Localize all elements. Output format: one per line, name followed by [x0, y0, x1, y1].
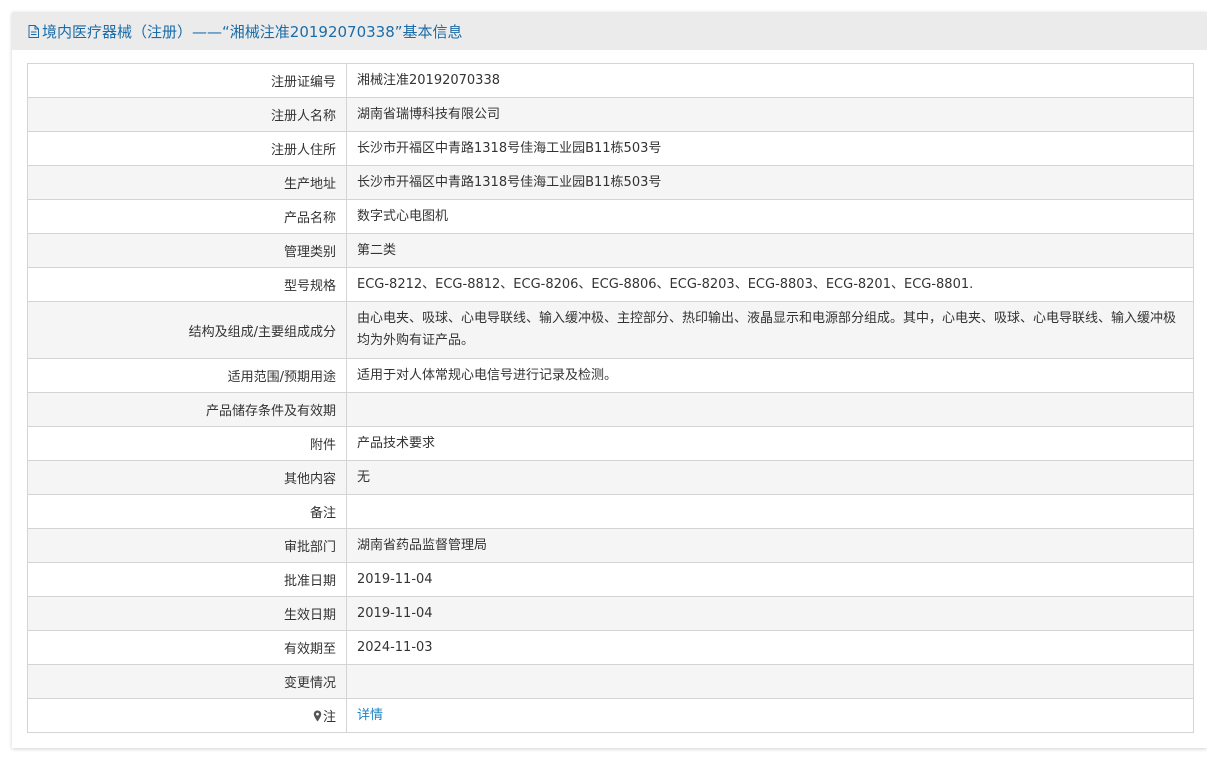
table-row: 其他内容 无 [27, 460, 1194, 495]
info-panel: 境内医疗器械（注册）——“湘械注准20192070338”基本信息 注册证编号 … [12, 12, 1207, 748]
table-row: 产品名称 数字式心电图机 [27, 199, 1194, 234]
row-value: 湖南省瑞博科技有限公司 [346, 97, 1194, 132]
row-value: 数字式心电图机 [346, 199, 1194, 234]
detail-link[interactable]: 详情 [357, 708, 383, 723]
table-row: 适用范围/预期用途 适用于对人体常规心电信号进行记录及检测。 [27, 358, 1194, 393]
row-value: 无 [346, 460, 1194, 495]
row-label: 附件 [27, 426, 347, 461]
table-row: 附件 产品技术要求 [27, 426, 1194, 461]
row-label: 变更情况 [27, 664, 347, 699]
page-title: 境内医疗器械（注册）——“湘械注准20192070338”基本信息 [42, 22, 463, 41]
table-row-note: 注 详情 [27, 698, 1194, 733]
table-row: 变更情况 [27, 664, 1194, 699]
row-value: ECG-8212、ECG-8812、ECG-8206、ECG-8806、ECG-… [346, 267, 1194, 302]
row-label: 注册人名称 [27, 97, 347, 132]
row-label: 产品名称 [27, 199, 347, 234]
table-row: 产品储存条件及有效期 [27, 392, 1194, 427]
table-row: 生效日期 2019-11-04 [27, 596, 1194, 631]
row-label: 注册证编号 [27, 63, 347, 98]
row-label: 产品储存条件及有效期 [27, 392, 347, 427]
row-value: 2019-11-04 [346, 596, 1194, 631]
details-table-wrap: 注册证编号 湘械注准20192070338 注册人名称 湖南省瑞博科技有限公司 … [27, 63, 1194, 733]
table-row: 有效期至 2024-11-03 [27, 630, 1194, 665]
row-label: 型号规格 [27, 267, 347, 302]
table-row: 结构及组成/主要组成成分 由心电夹、吸球、心电导联线、输入缓冲极、主控部分、热印… [27, 301, 1194, 359]
note-label-cell: 注 [27, 698, 347, 733]
row-value: 2024-11-03 [346, 630, 1194, 665]
row-label: 管理类别 [27, 233, 347, 268]
row-value: 湘械注准20192070338 [346, 63, 1194, 98]
table-row: 注册人住所 长沙市开福区中青路1318号佳海工业园B11栋503号 [27, 131, 1194, 166]
row-value: 长沙市开福区中青路1318号佳海工业园B11栋503号 [346, 165, 1194, 200]
row-label: 生效日期 [27, 596, 347, 631]
pin-icon [313, 710, 322, 722]
note-value-cell: 详情 [346, 698, 1194, 733]
table-row: 注册人名称 湖南省瑞博科技有限公司 [27, 97, 1194, 132]
table-row: 生产地址 长沙市开福区中青路1318号佳海工业园B11栋503号 [27, 165, 1194, 200]
table-row: 管理类别 第二类 [27, 233, 1194, 268]
panel-header: 境内医疗器械（注册）——“湘械注准20192070338”基本信息 [12, 12, 1207, 50]
row-label: 备注 [27, 494, 347, 529]
row-label: 注册人住所 [27, 131, 347, 166]
row-value: 产品技术要求 [346, 426, 1194, 461]
note-label: 注 [322, 710, 336, 725]
row-label: 批准日期 [27, 562, 347, 597]
row-label: 有效期至 [27, 630, 347, 665]
table-row: 审批部门 湖南省药品监督管理局 [27, 528, 1194, 563]
row-value: 2019-11-04 [346, 562, 1194, 597]
table-row: 备注 [27, 494, 1194, 529]
document-icon [28, 24, 39, 38]
table-row: 型号规格 ECG-8212、ECG-8812、ECG-8206、ECG-8806… [27, 267, 1194, 302]
row-value: 第二类 [346, 233, 1194, 268]
row-value: 湖南省药品监督管理局 [346, 528, 1194, 563]
row-value [346, 392, 1194, 427]
row-value [346, 664, 1194, 699]
table-row: 批准日期 2019-11-04 [27, 562, 1194, 597]
row-value: 适用于对人体常规心电信号进行记录及检测。 [346, 358, 1194, 393]
details-table: 注册证编号 湘械注准20192070338 注册人名称 湖南省瑞博科技有限公司 … [27, 63, 1194, 733]
table-row: 注册证编号 湘械注准20192070338 [27, 63, 1194, 98]
row-label: 生产地址 [27, 165, 347, 200]
row-label: 审批部门 [27, 528, 347, 563]
row-label: 适用范围/预期用途 [27, 358, 347, 393]
row-value: 长沙市开福区中青路1318号佳海工业园B11栋503号 [346, 131, 1194, 166]
row-value: 由心电夹、吸球、心电导联线、输入缓冲极、主控部分、热印输出、液晶显示和电源部分组… [346, 301, 1194, 359]
row-label: 结构及组成/主要组成成分 [27, 301, 347, 359]
row-value [346, 494, 1194, 529]
row-label: 其他内容 [27, 460, 347, 495]
